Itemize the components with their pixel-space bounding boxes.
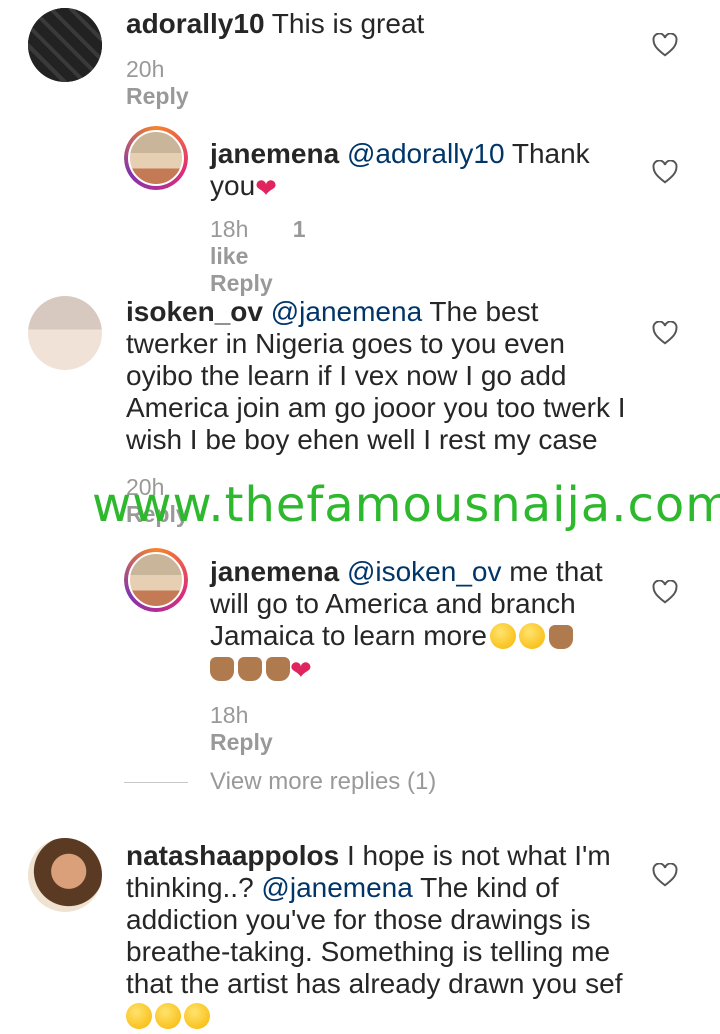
comment-meta: 20h Reply: [126, 56, 227, 110]
comment-meta: 18h Reply: [210, 702, 311, 756]
username[interactable]: isoken_ov: [126, 296, 263, 327]
username[interactable]: natashaappolos: [126, 840, 339, 871]
heart-icon[interactable]: [652, 321, 678, 345]
timestamp: 18h: [210, 702, 249, 728]
kissing-face-emoji: [184, 1003, 210, 1029]
avatar[interactable]: [124, 126, 188, 190]
username[interactable]: adorally10: [126, 8, 265, 39]
raising-hands-emoji: [210, 657, 234, 681]
heart-icon[interactable]: [652, 33, 678, 57]
comment-text: janemena @isoken_ov me that will go to A…: [210, 556, 630, 686]
heart-icon[interactable]: [652, 160, 678, 184]
laughing-face-emoji: [519, 623, 546, 649]
avatar[interactable]: [28, 838, 102, 912]
username[interactable]: janemena: [210, 138, 339, 169]
comment-text: janemena @adorally10 Thank you❤: [210, 138, 630, 204]
avatar[interactable]: [124, 548, 188, 612]
mention-link[interactable]: @janemena: [261, 872, 412, 903]
heart-icon[interactable]: [652, 580, 678, 604]
reply-button[interactable]: Reply: [210, 729, 273, 755]
username[interactable]: janemena: [210, 556, 339, 587]
comment-text: natashaappolos I hope is not what I'm th…: [126, 840, 626, 1032]
red-heart-emoji: ❤: [255, 172, 277, 203]
timestamp: 20h: [126, 56, 165, 82]
mention-link[interactable]: @isoken_ov: [347, 556, 502, 587]
red-heart-emoji: ❤: [290, 654, 312, 685]
laughing-face-emoji: [490, 623, 517, 649]
view-more-divider: [124, 782, 188, 783]
watermark: www.thefamousnaija.com: [92, 477, 720, 533]
timestamp: 18h: [210, 216, 249, 242]
kissing-face-emoji: [155, 1003, 181, 1029]
comment-body: This is great: [264, 8, 425, 39]
view-more-replies-button[interactable]: View more replies (1): [210, 768, 436, 796]
raising-hands-emoji: [549, 625, 574, 649]
avatar[interactable]: [28, 8, 102, 82]
comment-text: adorally10 This is great: [126, 8, 626, 40]
raising-hands-emoji: [266, 657, 290, 681]
reply-button[interactable]: Reply: [210, 270, 273, 296]
avatar[interactable]: [28, 296, 102, 370]
kissing-face-emoji: [126, 1003, 152, 1029]
comment-text: isoken_ov @janemena The best twerker in …: [126, 296, 626, 456]
reply-button[interactable]: Reply: [126, 83, 189, 109]
mention-link[interactable]: @janemena: [271, 296, 422, 327]
mention-link[interactable]: @adorally10: [347, 138, 505, 169]
raising-hands-emoji: [238, 657, 262, 681]
heart-icon[interactable]: [652, 863, 678, 887]
comment-meta: 18h 1 like Reply: [210, 216, 311, 297]
